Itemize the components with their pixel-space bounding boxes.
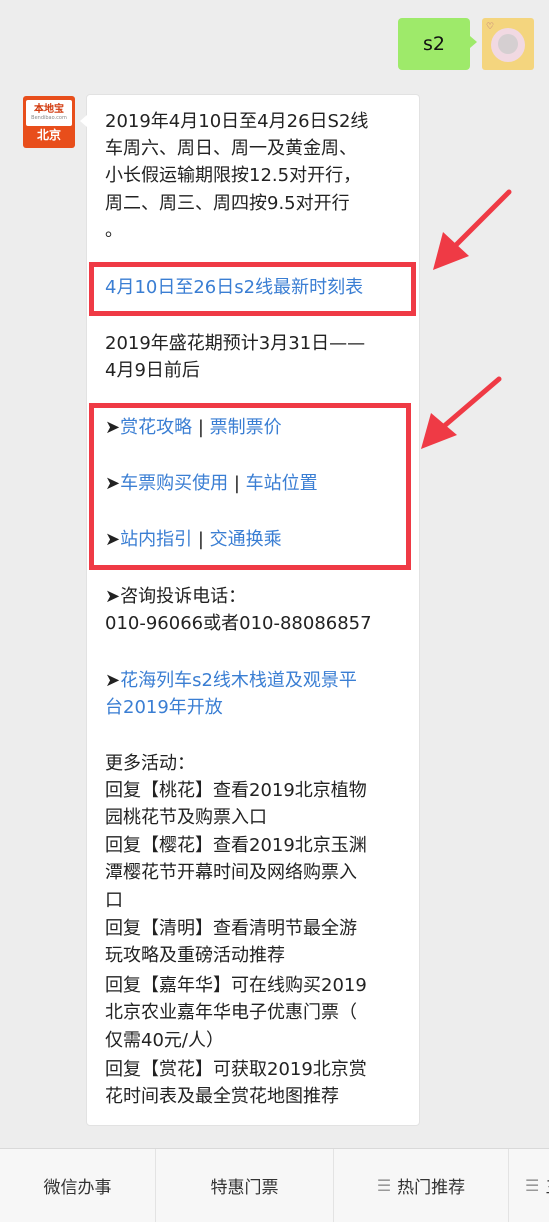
more-line: 回复【赏花】可获取2019北京赏 [105, 1059, 367, 1080]
more-line: 回复【桃花】查看2019北京植物 [105, 780, 367, 801]
bot-avatar-logo: 本地宝 Bendibao.com [26, 100, 72, 126]
user-avatar[interactable]: ♡ [482, 18, 534, 70]
menu-list-icon: ☰ [525, 1176, 540, 1195]
highlight-box-nav-links [89, 403, 411, 570]
bot-avatar-city: 北京 [36, 128, 61, 142]
news-link-line: ➤花海列车s2线木栈道及观景平 [105, 668, 415, 694]
intro-line: 小长假运输期限按12.5对开行， [105, 165, 362, 186]
highlight-box-timetable [89, 262, 416, 316]
user-message-text: s2 [423, 33, 445, 55]
menu-tab-label: 热门推荐 [397, 1178, 466, 1198]
more-activities-title: 更多活动： [105, 753, 195, 774]
news-link[interactable]: 花海列车s2线木栈道及观景平 [120, 670, 357, 691]
menu-tab-partial[interactable]: ☰三 [509, 1149, 549, 1222]
bullet-arrow-icon: ➤ [105, 586, 121, 607]
contact-phones: 010-96066或者010-88086857 [105, 613, 372, 634]
more-line: 花时间表及最全赏花地图推荐 [105, 1086, 339, 1107]
menu-tab-wechat-service[interactable]: 微信办事 [0, 1149, 156, 1222]
bot-message-bubble: 2019年4月10日至4月26日S2线 车周六、周日、周一及黄金周、 小长假运输… [80, 94, 420, 1126]
more-line: 回复【樱花】查看2019北京玉渊 [105, 835, 367, 856]
bottom-menu-bar: 微信办事 特惠门票 ☰热门推荐 ☰三 [0, 1148, 549, 1222]
intro-line: 2019年4月10日至4月26日S2线 [105, 111, 369, 132]
avatar-face-shape [498, 34, 518, 54]
menu-list-icon: ☰ [376, 1176, 392, 1195]
menu-tab-label: 微信办事 [43, 1178, 112, 1198]
intro-line: 。 [105, 220, 123, 241]
more-line: 玩攻略及重磅活动推荐 [105, 945, 285, 966]
bot-avatar[interactable]: 本地宝 Bendibao.com 北京 [23, 96, 75, 148]
menu-tab-label: 特惠门票 [210, 1178, 279, 1198]
contact-label-line: ➤咨询投诉电话： [105, 584, 415, 610]
menu-tab-label: 三 [545, 1173, 549, 1198]
bullet-arrow-icon: ➤ [105, 670, 121, 691]
bot-avatar-name: 本地宝 [34, 104, 64, 115]
contact-label: 咨询投诉电话： [120, 586, 247, 607]
more-line: 回复【清明】查看清明节最全游 [105, 918, 357, 939]
intro-line: 车周六、周日、周一及黄金周、 [105, 138, 357, 159]
bloom-line: 4月9日前后 [105, 360, 200, 381]
intro-line: 周二、周三、周四按9.5对开行 [105, 193, 350, 214]
more-line: 园桃花节及购票入口 [105, 807, 267, 828]
more-line: 仅需40元/人） [105, 1030, 224, 1051]
bloom-line: 2019年盛花期预计3月31日—— [105, 333, 366, 354]
bot-avatar-domain: Bendibao.com [31, 115, 67, 121]
red-arrow-icon [433, 189, 512, 270]
bow-icon: ♡ [486, 22, 495, 32]
news-link[interactable]: 台2019年开放 [105, 695, 415, 721]
more-line: 口 [105, 890, 123, 911]
user-message-bubble: s2 [398, 18, 477, 70]
more-line: 北京农业嘉年华电子优惠门票（ [105, 1002, 357, 1023]
menu-tab-discount-tickets[interactable]: 特惠门票 [156, 1149, 334, 1222]
more-line: 回复【嘉年华】可在线购买2019 [105, 975, 367, 996]
red-arrow-icon [421, 376, 502, 449]
menu-tab-hot-picks[interactable]: ☰ 热门推荐 [334, 1149, 509, 1222]
more-line: 潭樱花节开幕时间及网络购票入 [105, 862, 357, 883]
